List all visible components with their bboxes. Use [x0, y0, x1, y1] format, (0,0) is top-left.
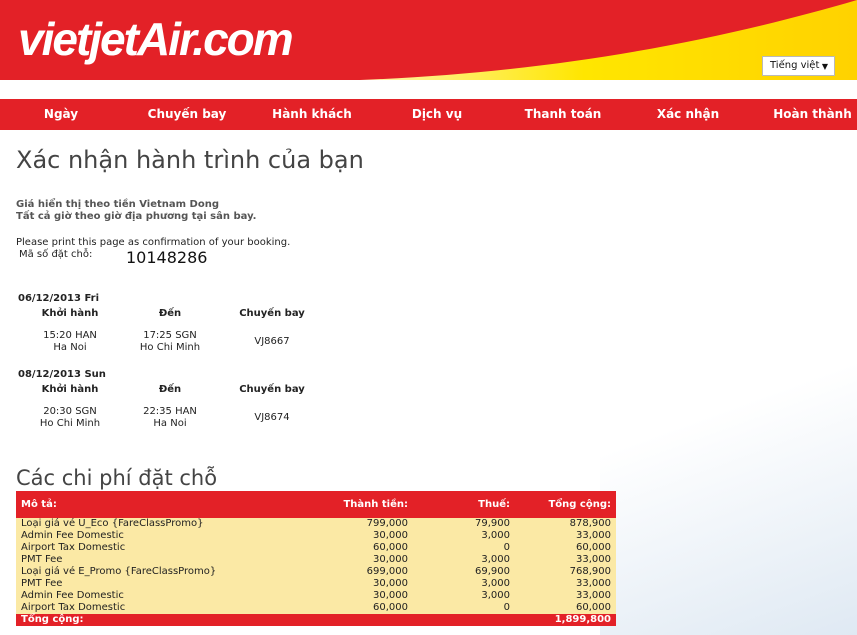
costs-title: Các chi phí đặt chỗ: [16, 466, 218, 490]
row-total: 878,900: [569, 518, 611, 529]
arrive-header: Đến: [158, 308, 182, 319]
row-total: 33,000: [576, 554, 611, 565]
row-desc: PMT Fee: [21, 578, 63, 589]
flight-number: VJ8674: [254, 412, 290, 423]
nav-step-passengers[interactable]: Hành khách: [264, 99, 360, 130]
language-select[interactable]: Tiếng việt ▼: [762, 56, 835, 76]
row-total: 33,000: [576, 578, 611, 589]
table-row: PMT Fee 30,000 3,000 33,000: [16, 578, 616, 590]
row-desc: PMT Fee: [21, 554, 63, 565]
depart-city: Ho Chi Minh: [39, 418, 101, 429]
table-row: Admin Fee Domestic 30,000 3,000 33,000: [16, 590, 616, 602]
costs-table-body: Loại giá vé U_Eco {FareClassPromo} 799,0…: [16, 518, 616, 614]
time-note: Tất cả giờ theo giờ địa phương tại sân b…: [16, 211, 257, 222]
col-tax-header: Thuế:: [478, 499, 510, 510]
nav-step-date[interactable]: Ngày: [22, 99, 100, 130]
flight-no-header: Chuyến bay: [239, 308, 305, 319]
row-tax: 3,000: [481, 530, 510, 541]
arrive-city: Ho Chi Minh: [139, 342, 201, 353]
nav-step-payment[interactable]: Thanh toán: [516, 99, 610, 130]
row-amount: 30,000: [373, 578, 408, 589]
depart-header: Khởi hành: [41, 384, 99, 395]
row-tax: 0: [503, 542, 510, 553]
flight-no-header: Chuyến bay: [239, 384, 305, 395]
arrive-city: Ha Noi: [153, 418, 187, 429]
vietjet-logo[interactable]: vietjetAir.com: [18, 8, 294, 70]
row-desc: Airport Tax Domestic: [21, 602, 126, 613]
chevron-down-icon: ▼: [821, 62, 828, 71]
depart-city: Ha Noi: [53, 342, 87, 353]
depart-time: 20:30 SGN: [43, 406, 97, 417]
table-row: Admin Fee Domestic 30,000 3,000 33,000: [16, 530, 616, 542]
table-row: Loại giá vé E_Promo {FareClassPromo} 699…: [16, 566, 616, 578]
flight-date: 08/12/2013 Sun: [18, 369, 106, 380]
row-total: 33,000: [576, 590, 611, 601]
booking-steps-nav: Ngày Chuyến bay Hành khách Dịch vụ Thanh…: [0, 99, 857, 130]
row-tax: 3,000: [481, 590, 510, 601]
row-desc: Airport Tax Domestic: [21, 542, 126, 553]
currency-note: Giá hiển thị theo tiền Vietnam Dong: [16, 199, 219, 210]
grand-total-value: 1,899,800: [554, 614, 611, 625]
table-row: Loại giá vé U_Eco {FareClassPromo} 799,0…: [16, 518, 616, 530]
nav-step-complete[interactable]: Hoàn thành: [768, 99, 857, 130]
row-amount: 699,000: [366, 566, 408, 577]
grand-total-label: Tổng cộng:: [21, 614, 84, 625]
row-amount: 60,000: [373, 602, 408, 613]
row-desc: Admin Fee Domestic: [21, 590, 124, 601]
col-amount-header: Thành tiền:: [343, 499, 408, 510]
row-desc: Admin Fee Domestic: [21, 530, 124, 541]
page-title: Xác nhận hành trình của bạn: [16, 146, 364, 174]
depart-time: 15:20 HAN: [43, 330, 97, 341]
row-amount: 30,000: [373, 590, 408, 601]
arrive-header: Đến: [158, 384, 182, 395]
row-tax: 3,000: [481, 554, 510, 565]
print-note: Please print this page as confirmation o…: [16, 237, 291, 248]
row-tax: 0: [503, 602, 510, 613]
arrive-time: 22:35 HAN: [143, 406, 197, 417]
row-total: 33,000: [576, 530, 611, 541]
row-amount: 799,000: [366, 518, 408, 529]
nav-step-confirm[interactable]: Xác nhận: [648, 99, 728, 130]
table-row: Airport Tax Domestic 60,000 0 60,000: [16, 542, 616, 554]
row-amount: 30,000: [373, 530, 408, 541]
costs-table-footer: Tổng cộng: 1,899,800: [16, 614, 616, 626]
row-amount: 30,000: [373, 554, 408, 565]
table-row: PMT Fee 30,000 3,000 33,000: [16, 554, 616, 566]
row-total: 60,000: [576, 602, 611, 613]
row-tax: 3,000: [481, 578, 510, 589]
flight-number: VJ8667: [254, 336, 290, 347]
booking-number-label: Mã số đặt chỗ:: [19, 249, 93, 260]
site-header: vietjetAir.com Tiếng việt ▼: [0, 0, 857, 80]
depart-header: Khởi hành: [41, 308, 99, 319]
nav-step-services[interactable]: Dịch vụ: [398, 99, 476, 130]
arrive-time: 17:25 SGN: [143, 330, 197, 341]
row-tax: 79,900: [475, 518, 510, 529]
row-amount: 60,000: [373, 542, 408, 553]
col-desc-header: Mô tả:: [21, 499, 57, 510]
nav-step-flight[interactable]: Chuyến bay: [140, 99, 234, 130]
flight-date: 06/12/2013 Fri: [18, 293, 100, 304]
row-desc: Loại giá vé E_Promo {FareClassPromo}: [21, 566, 217, 577]
row-desc: Loại giá vé U_Eco {FareClassPromo}: [21, 518, 204, 529]
row-tax: 69,900: [475, 566, 510, 577]
language-select-value: Tiếng việt: [770, 60, 820, 71]
costs-table-header: Mô tả: Thành tiền: Thuế: Tổng cộng:: [16, 491, 616, 518]
row-total: 768,900: [569, 566, 611, 577]
col-total-header: Tổng cộng:: [548, 499, 611, 510]
row-total: 60,000: [576, 542, 611, 553]
booking-number: 10148286: [126, 248, 208, 267]
table-row: Airport Tax Domestic 60,000 0 60,000: [16, 602, 616, 614]
page-background: [600, 120, 857, 635]
